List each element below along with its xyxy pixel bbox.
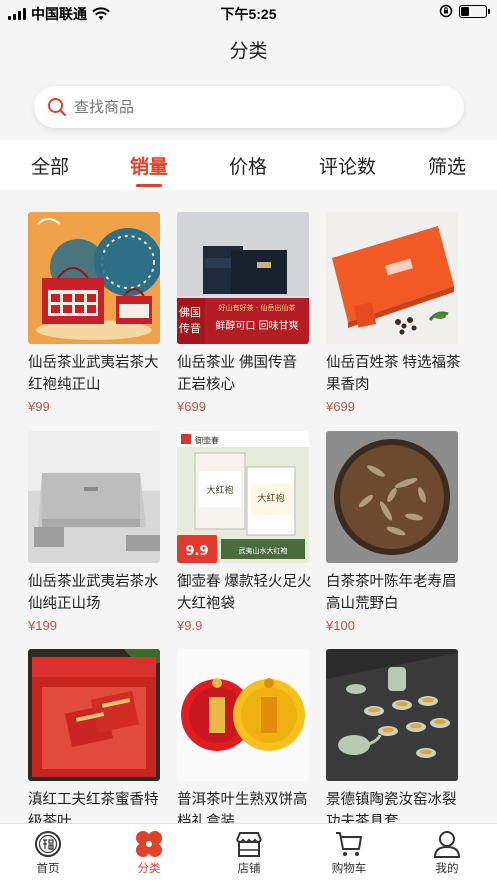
image-caption-right: 鲜醇可口 回味甘爽 [215,319,298,332]
image-caption-left-1: 佛国 [179,306,201,319]
tab-price[interactable]: 价格 [229,152,267,179]
product-image[interactable] [28,649,160,781]
product-price: ¥699 [177,399,206,414]
product-price: ¥100 [326,618,355,633]
product-card[interactable]: 仙岳百姓茶 特选福茶 果香肉 ¥699 [326,212,464,414]
tabbar-cart-label: 购物车 [331,863,367,875]
status-time: 下午5:25 [220,6,277,22]
product-name[interactable]: 普洱茶叶生熟双饼高档礼盒装 [177,789,313,823]
product-card[interactable]: 滇红工夫红茶蜜香特级茶叶 [28,649,166,823]
rotation-lock-icon [439,4,453,18]
image-bag-label-2: 大红袍 [257,492,284,504]
image-note: 武夷山水大红袍 [239,546,288,555]
image-price-badge: 9.9 [185,544,208,559]
search-icon [48,98,67,117]
page-title: 分类 [229,41,268,62]
tabbar-home-label: 首页 [36,863,60,875]
product-card[interactable]: 佛国 传音 好山有好茶 · 仙岳出仙茶 鲜醇可口 回味甘爽 仙岳茶业 佛国传音 … [177,212,315,414]
shop-icon [236,832,262,857]
product-card[interactable]: 御壶春 大红袍 大红袍 9.9 武夷山水大红袍 御壶春 爆款轻火足火大红袍袋 ¥… [177,431,315,633]
product-card[interactable]: 景德镇陶瓷汝窑冰裂功夫茶具套 [326,649,464,823]
home-fu-icon [35,831,61,857]
status-bar: 中国联通 下午5:25 [0,0,497,26]
tab-reviews[interactable]: 评论数 [319,152,376,179]
tabbar-shop[interactable]: 店铺 [219,830,279,876]
tabbar-category-label: 分类 [137,863,161,875]
product-image[interactable] [28,431,160,563]
product-image[interactable]: 御壶春 大红袍 大红袍 9.9 武夷山水大红袍 [177,431,309,563]
search-bar[interactable] [34,86,464,128]
sort-tabs: 全部 销量 价格 评论数 筛选 [0,140,497,190]
product-image[interactable] [326,649,458,781]
image-caption-top: 好山有好茶 · 仙岳出仙茶 [219,303,296,312]
tabbar-profile-label: 我的 [435,863,459,875]
product-grid: 仙岳茶业武夷岩茶大红袍纯正山 ¥99 佛国 传音 好山有好茶 · 仙岳出仙茶 鲜… [0,190,497,823]
tabbar-shop-label: 店铺 [237,863,261,875]
product-image[interactable] [177,649,309,781]
product-card[interactable]: 仙岳茶业武夷岩茶水仙纯正山场 ¥199 [28,431,166,633]
product-price: ¥199 [28,618,57,633]
image-brand: 御壶春 [195,435,219,445]
product-name[interactable]: 白茶茶叶陈年老寿眉高山荒野白 [326,571,462,615]
tab-sales[interactable]: 销量 [130,152,168,179]
search-input[interactable] [74,98,414,116]
product-name[interactable]: 仙岳茶业 佛国传音 正岩核心 [177,352,313,396]
active-tab-indicator [136,184,162,187]
product-image[interactable] [326,212,458,344]
product-image[interactable] [28,212,160,344]
product-card[interactable]: 仙岳茶业武夷岩茶大红袍纯正山 ¥99 [28,212,166,414]
product-price: ¥699 [326,399,355,414]
battery-icon [459,4,490,18]
bottom-tab-bar: 首页 分类 店铺 购物车 我的 [0,823,497,883]
product-name[interactable]: 仙岳茶业武夷岩茶大红袍纯正山 [28,352,164,396]
tabbar-cart[interactable]: 购物车 [319,830,379,876]
product-card[interactable]: 普洱茶叶生熟双饼高档礼盒装 [177,649,315,823]
tab-filter[interactable]: 筛选 [428,152,466,179]
product-price: ¥99 [28,399,50,414]
product-name[interactable]: 滇红工夫红茶蜜香特级茶叶 [28,789,164,823]
product-name[interactable]: 景德镇陶瓷汝窑冰裂功夫茶具套 [326,789,462,823]
tabbar-profile[interactable]: 我的 [417,830,477,876]
profile-icon [433,831,461,858]
tabbar-home[interactable]: 首页 [18,830,78,876]
product-name[interactable]: 仙岳百姓茶 特选福茶 果香肉 [326,352,462,396]
category-icon [136,831,162,857]
product-price: ¥9.9 [177,618,203,633]
product-image[interactable] [326,431,458,563]
image-caption-left-2: 传音 [179,321,201,335]
status-right [439,4,490,18]
product-card[interactable]: 白茶茶叶陈年老寿眉高山荒野白 ¥100 [326,431,464,633]
product-name[interactable]: 仙岳茶业武夷岩茶水仙纯正山场 [28,571,164,615]
cart-icon [336,832,362,856]
product-image[interactable]: 佛国 传音 好山有好茶 · 仙岳出仙茶 鲜醇可口 回味甘爽 [177,212,309,344]
image-bag-label: 大红袍 [206,484,233,496]
product-name[interactable]: 御壶春 爆款轻火足火大红袍袋 [177,571,313,615]
tabbar-category[interactable]: 分类 [119,830,179,876]
tab-all[interactable]: 全部 [31,152,69,179]
